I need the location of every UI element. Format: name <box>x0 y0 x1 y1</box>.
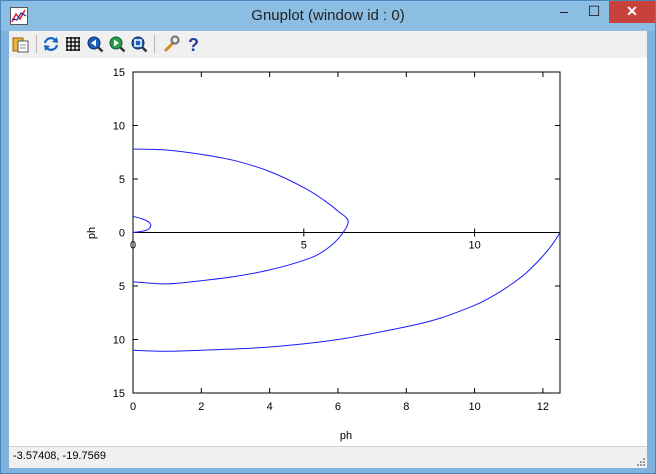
client-area: ? 15 10 5 0 5 10 15 0 2 4 6 8 10 12 0 5 10 ph ph -3.5740… <box>9 31 647 468</box>
close-button[interactable]: ✕ <box>609 1 655 23</box>
grid-icon <box>66 37 80 51</box>
x-tick-label: 8 <box>403 401 409 413</box>
title-bar[interactable]: Gnuplot (window id : 0) – ☐ ✕ <box>1 1 655 31</box>
axis-tick-label: 5 <box>301 240 307 252</box>
help-icon: ? <box>188 35 199 53</box>
zoom-next-button[interactable] <box>107 34 127 54</box>
unzoom-icon <box>131 36 148 53</box>
help-button[interactable]: ? <box>183 34 203 54</box>
maximize-button[interactable]: ☐ <box>579 1 609 23</box>
data-curve-3 <box>132 232 561 352</box>
minimize-button[interactable]: – <box>549 1 579 23</box>
axis-tick-label: 10 <box>468 240 480 252</box>
toolbar-separator <box>36 35 37 53</box>
x-tick-label: 10 <box>468 401 480 413</box>
y-tick-label: 10 <box>113 335 125 347</box>
replot-icon <box>43 37 59 51</box>
x-axis-label: ph <box>340 430 352 442</box>
data-curve-1 <box>132 215 152 233</box>
zoom-next-icon <box>109 36 126 53</box>
y-axis-label: ph <box>86 227 98 239</box>
unzoom-button[interactable] <box>129 34 149 54</box>
toolbar: ? <box>9 31 647 58</box>
x-tick-label: 2 <box>198 401 204 413</box>
x-tick-label: 0 <box>130 401 136 413</box>
resize-grip-icon[interactable] <box>635 456 645 466</box>
zoom-previous-icon <box>87 36 104 53</box>
gnuplot-window: Gnuplot (window id : 0) – ☐ ✕ ? 15 10 5 … <box>0 0 656 474</box>
y-tick-label: 15 <box>113 67 125 79</box>
options-button[interactable] <box>161 34 181 54</box>
wrench-icon <box>164 35 180 52</box>
grid-button[interactable] <box>63 34 83 54</box>
x-tick-label: 6 <box>335 401 341 413</box>
axis-tick-label: 0 <box>130 240 136 252</box>
replot-button[interactable] <box>41 34 61 54</box>
status-bar: -3.57408, -19.7569 <box>9 446 647 468</box>
plot-area[interactable]: 15 10 5 0 5 10 15 0 2 4 6 8 10 12 0 5 10 ph ph <box>9 58 647 446</box>
zoom-previous-button[interactable] <box>85 34 105 54</box>
y-tick-label: 10 <box>113 121 125 133</box>
y-tick-label: 5 <box>119 174 125 186</box>
svg-text:?: ? <box>188 35 199 53</box>
x-tick-label: 12 <box>537 401 549 413</box>
y-tick-label: 0 <box>119 228 125 240</box>
copy-to-clipboard-icon <box>12 37 29 53</box>
mouse-coordinates: -3.57408, -19.7569 <box>13 450 106 462</box>
y-tick-label: 15 <box>113 388 125 400</box>
copy-to-clipboard-button[interactable] <box>11 34 31 54</box>
toolbar-separator <box>154 35 155 53</box>
chart-svg[interactable]: 15 10 5 0 5 10 15 0 2 4 6 8 10 12 0 5 10 ph ph <box>9 58 647 446</box>
x-tick-label: 4 <box>267 401 273 413</box>
y-tick-label: 5 <box>119 281 125 293</box>
data-curve-2 <box>132 148 349 285</box>
